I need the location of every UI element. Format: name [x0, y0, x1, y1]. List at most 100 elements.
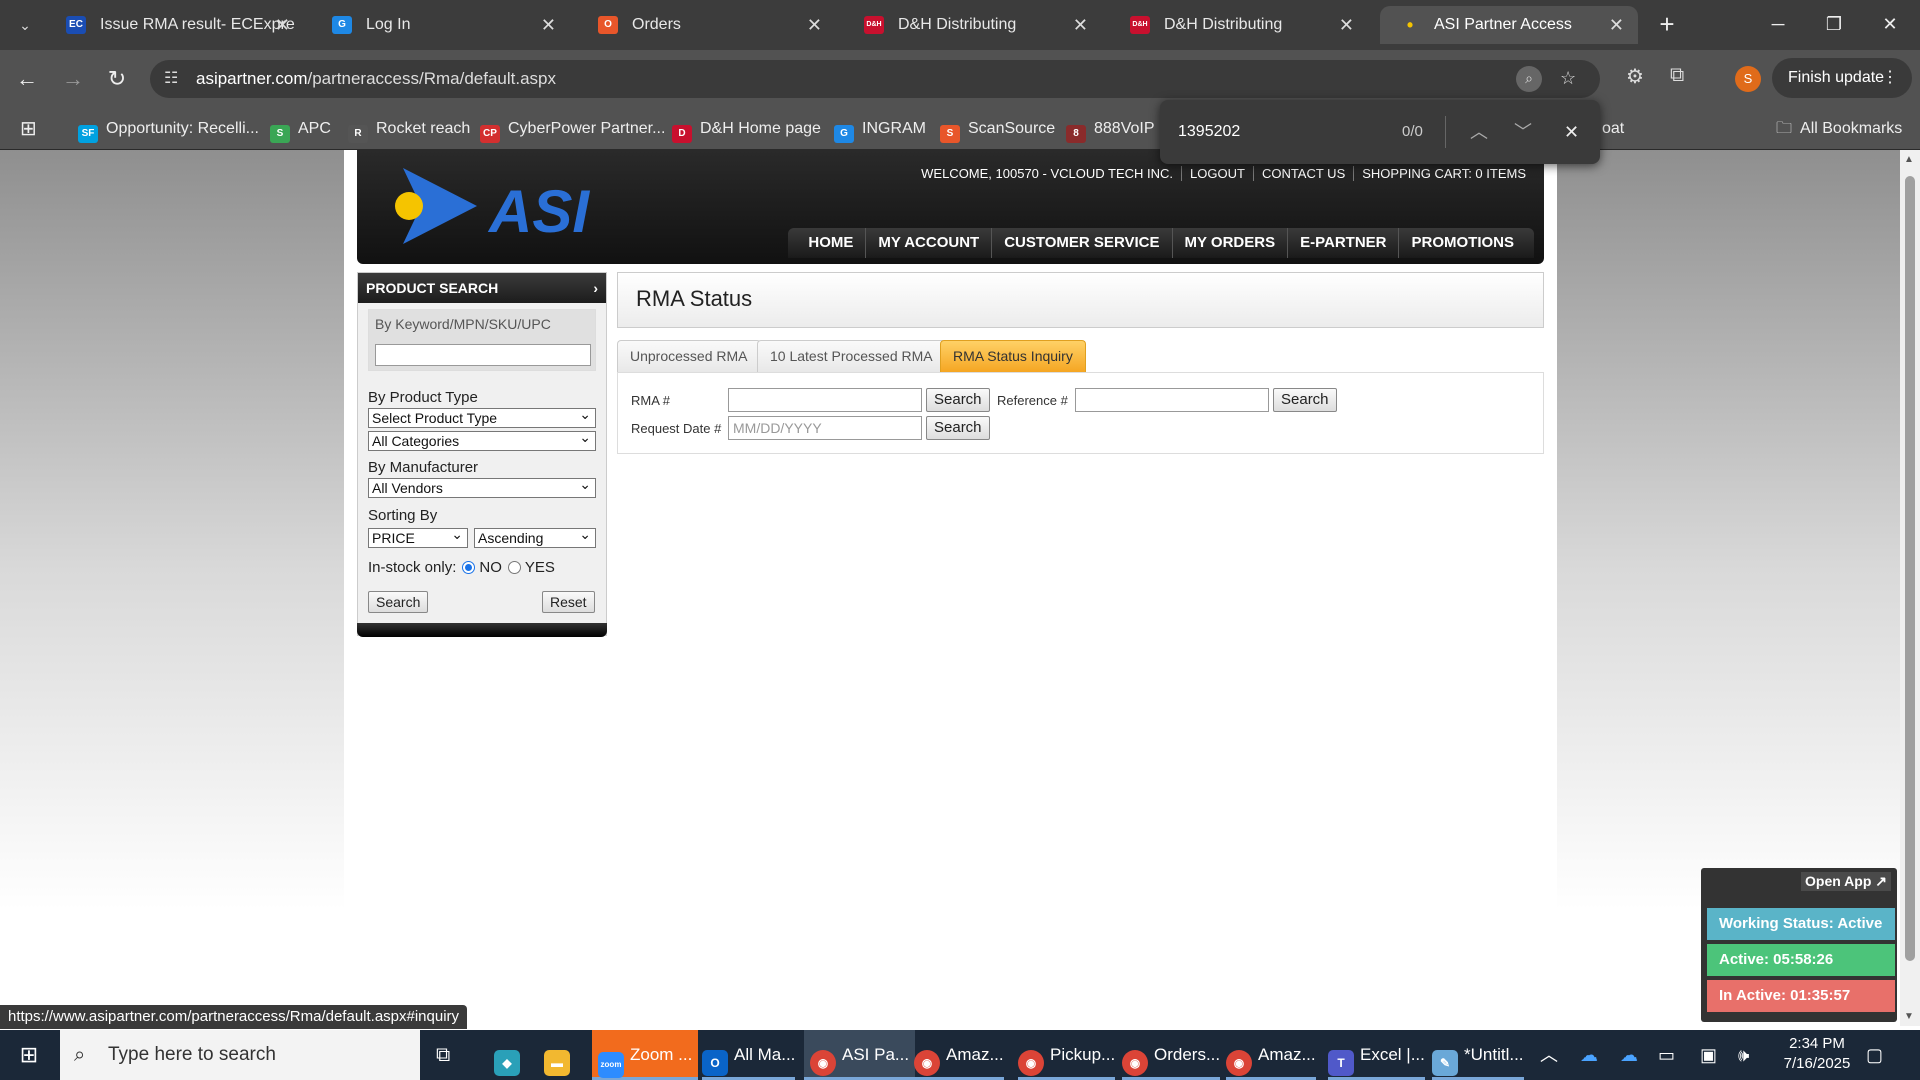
tab-unprocessed-rma[interactable]: Unprocessed RMA: [617, 340, 761, 372]
tab-dh-2[interactable]: D&H D&H Distributing ✕: [1110, 6, 1368, 44]
bookmark-dh-home[interactable]: D D&H Home page: [672, 108, 821, 150]
find-input[interactable]: 1395202: [1178, 100, 1240, 164]
extension-us-icon[interactable]: ⚙: [1626, 64, 1644, 89]
back-icon[interactable]: ←: [12, 64, 42, 94]
apps-grid-icon[interactable]: ⊞: [20, 108, 37, 150]
volume-icon[interactable]: 🕪: [1738, 1030, 1749, 1080]
find-in-page-icon[interactable]: ⌕: [1516, 66, 1542, 92]
reload-icon[interactable]: ↻: [102, 64, 132, 94]
find-close-icon[interactable]: ✕: [1564, 100, 1579, 164]
nav-customer-service[interactable]: CUSTOMER SERVICE: [991, 228, 1171, 258]
taskbar-chrome-amazon-2[interactable]: ◉ Amaz...: [1226, 1030, 1316, 1080]
tab-search-button[interactable]: ⌄: [10, 12, 40, 38]
new-tab-button[interactable]: +: [1652, 10, 1682, 40]
site-info-icon[interactable]: ☷: [164, 68, 178, 88]
reset-button[interactable]: Reset: [542, 591, 595, 613]
taskbar-search[interactable]: ⌕ Type here to search: [60, 1030, 420, 1080]
bookmark-apc[interactable]: S APC: [270, 108, 331, 150]
finish-update-button[interactable]: Finish update ⋮: [1772, 58, 1912, 98]
taskbar-chrome-orders[interactable]: ◉ Orders...: [1122, 1030, 1221, 1080]
bookmark-star-icon[interactable]: ☆: [1560, 68, 1576, 89]
scrollbar-thumb[interactable]: [1905, 176, 1915, 961]
extensions-puzzle-icon[interactable]: ⧉: [1670, 64, 1684, 87]
product-search-button[interactable]: Search: [368, 591, 429, 613]
profile-avatar[interactable]: S: [1735, 66, 1761, 92]
close-icon[interactable]: ✕: [541, 6, 556, 44]
bookmark-rocket-reach[interactable]: R Rocket reach: [348, 108, 470, 150]
taskbar-teams-excel[interactable]: T Excel |...: [1328, 1030, 1425, 1080]
close-icon[interactable]: ✕: [1073, 6, 1088, 44]
windows-start-icon[interactable]: ⊞: [0, 1030, 58, 1080]
app-pinned-1[interactable]: ◆: [494, 1030, 526, 1080]
tab-latest-processed-rma[interactable]: 10 Latest Processed RMA: [757, 340, 946, 372]
close-icon[interactable]: ✕: [1609, 6, 1624, 44]
request-date-input[interactable]: MM/DD/YYYY: [728, 416, 922, 440]
date-search-button[interactable]: Search: [926, 416, 990, 440]
instock-yes-radio[interactable]: [507, 561, 521, 574]
tab-ecexpress[interactable]: EC Issue RMA result- ECExpre ✕: [46, 6, 304, 44]
onedrive-icon[interactable]: ☁: [1580, 1030, 1598, 1080]
close-icon[interactable]: ✕: [807, 6, 822, 44]
taskbar-chrome-pickup[interactable]: ◉ Pickup...: [1018, 1030, 1116, 1080]
bookmark-oat[interactable]: oat: [1602, 108, 1624, 150]
network-icon[interactable]: ▣: [1700, 1030, 1717, 1080]
task-view-icon[interactable]: ⧉: [436, 1030, 450, 1080]
taskbar-notepad[interactable]: ✎ *Untitl...: [1432, 1030, 1524, 1080]
minimize-icon[interactable]: ─: [1750, 0, 1806, 48]
bookmark-888voip[interactable]: 8 888VoIP: [1066, 108, 1155, 150]
onedrive-business-icon[interactable]: ☁: [1620, 1030, 1638, 1080]
bookmark-ingram[interactable]: G INGRAM: [834, 108, 926, 150]
nav-my-orders[interactable]: MY ORDERS: [1171, 228, 1288, 258]
sort-order-select[interactable]: Ascending: [474, 525, 596, 548]
logout-link[interactable]: LOGOUT: [1181, 166, 1253, 181]
reference-search-button[interactable]: Search: [1273, 388, 1337, 412]
open-app-button[interactable]: Open App ↗: [1801, 872, 1891, 891]
chevron-right-icon[interactable]: ›: [593, 273, 598, 303]
close-icon[interactable]: ✕: [275, 6, 290, 44]
bookmark-opportunity[interactable]: SF Opportunity: Recelli...: [78, 108, 259, 150]
ec-favicon-icon: EC: [66, 16, 86, 34]
nav-promotions[interactable]: PROMOTIONS: [1398, 228, 1526, 258]
find-next-icon[interactable]: ﹀: [1514, 100, 1532, 164]
rma-number-input[interactable]: [728, 388, 922, 412]
bookmark-scansource[interactable]: S ScanSource: [940, 108, 1055, 150]
reference-input[interactable]: [1075, 388, 1269, 412]
tray-chevron-up-icon[interactable]: ︿: [1540, 1030, 1558, 1080]
forward-icon[interactable]: →: [58, 64, 88, 94]
taskbar-outlook[interactable]: O All Ma...: [702, 1030, 796, 1080]
contact-us-link[interactable]: CONTACT US: [1252, 166, 1354, 181]
window-close-icon[interactable]: ✕: [1862, 0, 1918, 48]
scroll-down-icon[interactable]: ▼: [1904, 1011, 1914, 1022]
taskbar-chrome-asi[interactable]: ◉ ASI Pa...: [804, 1030, 916, 1080]
scroll-up-icon[interactable]: ▲: [1904, 154, 1914, 165]
rma-search-button[interactable]: Search: [926, 388, 990, 412]
taskbar-zoom[interactable]: zoom Zoom ...: [592, 1030, 699, 1080]
category-select[interactable]: All Categories: [368, 428, 596, 451]
restore-icon[interactable]: ❐: [1806, 0, 1862, 48]
tab-orders[interactable]: O Orders ✕: [578, 6, 836, 44]
bookmark-cyberpower[interactable]: CP CyberPower Partner...: [480, 108, 665, 150]
battery-icon[interactable]: ▭: [1658, 1030, 1675, 1080]
instock-no-radio[interactable]: [462, 561, 476, 574]
taskbar-chrome-amazon[interactable]: ◉ Amaz...: [914, 1030, 1004, 1080]
find-previous-icon[interactable]: ︿: [1470, 100, 1488, 164]
tab-dh-1[interactable]: D&H D&H Distributing ✕: [844, 6, 1102, 44]
tab-rma-status-inquiry[interactable]: RMA Status Inquiry: [940, 340, 1086, 372]
shopping-cart-link[interactable]: SHOPPING CART: 0 ITEMS: [1353, 166, 1534, 181]
tab-asi-partner[interactable]: • ASI Partner Access ✕: [1380, 6, 1638, 44]
keyword-input[interactable]: [375, 344, 591, 366]
address-bar[interactable]: ☷ asipartner.com/partneraccess/Rma/defau…: [150, 60, 1600, 98]
tab-log-in[interactable]: G Log In ✕: [312, 6, 570, 44]
sort-field-select[interactable]: PRICE: [368, 525, 468, 548]
product-type-select[interactable]: Select Product Type: [368, 405, 596, 428]
page-scrollbar[interactable]: ▲ ▼: [1900, 150, 1920, 1026]
nav-my-account[interactable]: MY ACCOUNT: [865, 228, 991, 258]
nav-home[interactable]: HOME: [796, 228, 865, 258]
system-clock[interactable]: 2:34 PM 7/16/2025: [1762, 1034, 1872, 1074]
manufacturer-select[interactable]: All Vendors: [368, 475, 596, 498]
nav-e-partner[interactable]: E-PARTNER: [1287, 228, 1398, 258]
file-explorer-button[interactable]: ▬: [544, 1030, 576, 1080]
notifications-icon[interactable]: ▢: [1866, 1030, 1883, 1080]
close-icon[interactable]: ✕: [1339, 6, 1354, 44]
all-bookmarks[interactable]: 🗀 All Bookmarks: [1776, 108, 1902, 150]
